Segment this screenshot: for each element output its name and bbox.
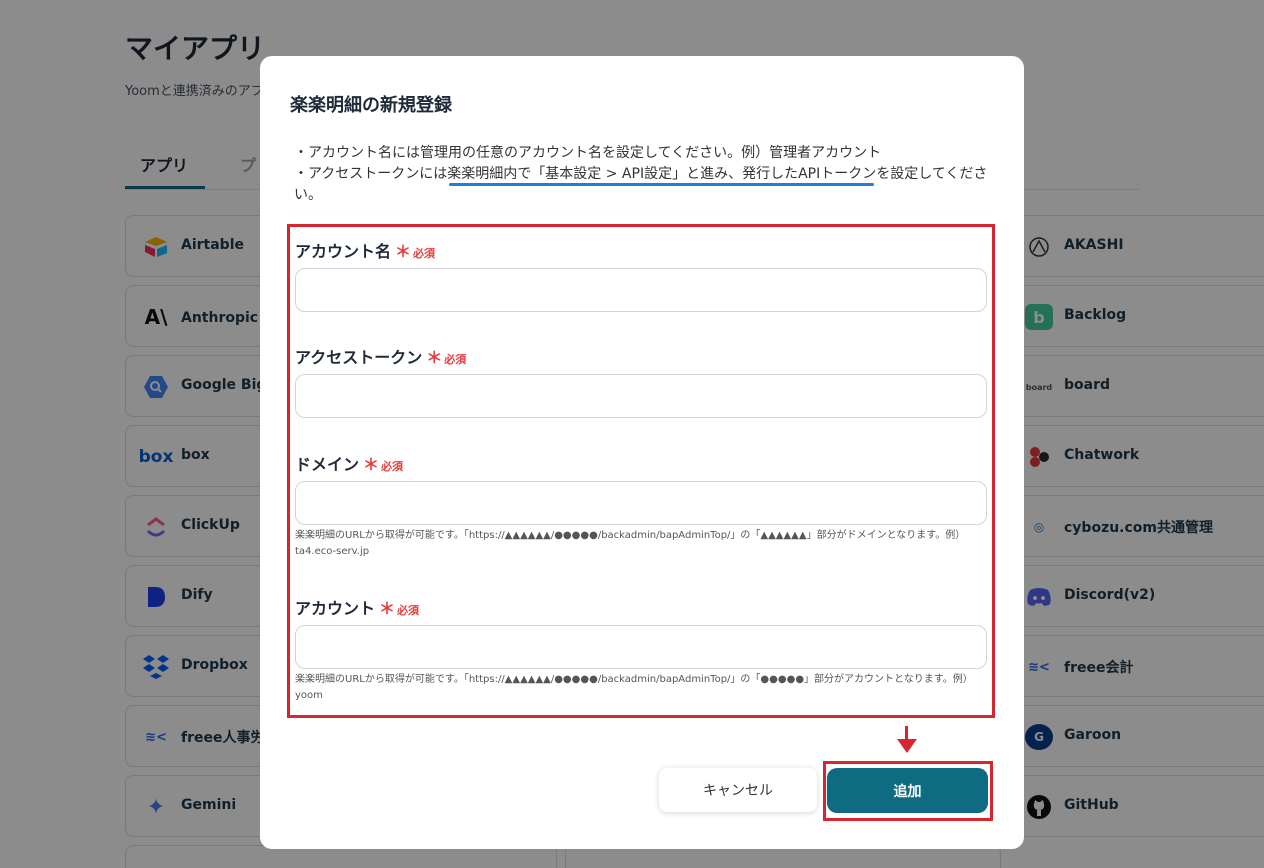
required-mark: ＊ bbox=[363, 455, 380, 474]
domain-input[interactable] bbox=[295, 481, 987, 525]
label-text: ドメイン bbox=[295, 455, 360, 474]
field-label-account: アカウント＊必須 bbox=[295, 595, 419, 619]
note-account-name: ・アカウント名には管理用の任意のアカウント名を設定してください。例）管理者アカウ… bbox=[294, 145, 882, 161]
required-badge: 必須 bbox=[444, 353, 467, 366]
label-text: アカウント bbox=[295, 599, 376, 618]
field-label-access-token: アクセストークン＊必須 bbox=[295, 344, 466, 368]
label-text: アクセストークン bbox=[295, 348, 423, 367]
required-mark: ＊ bbox=[395, 242, 412, 261]
account-name-input[interactable] bbox=[295, 268, 987, 312]
required-mark: ＊ bbox=[379, 599, 396, 618]
add-button[interactable]: 追加 bbox=[827, 768, 988, 813]
cancel-button[interactable]: キャンセル bbox=[659, 768, 817, 812]
required-badge: 必須 bbox=[397, 604, 420, 617]
access-token-input[interactable] bbox=[295, 374, 987, 418]
field-label-domain: ドメイン＊必須 bbox=[295, 451, 403, 475]
down-arrow-stem bbox=[905, 726, 908, 740]
required-mark: ＊ bbox=[426, 348, 443, 367]
down-arrow-icon bbox=[897, 739, 917, 753]
highlight-underline bbox=[449, 183, 874, 186]
registration-modal: 楽楽明細の新規登録 ・アカウント名には管理用の任意のアカウント名を設定してくださ… bbox=[260, 56, 1024, 849]
label-text: アカウント名 bbox=[295, 242, 392, 261]
required-badge: 必須 bbox=[413, 247, 436, 260]
account-input[interactable] bbox=[295, 625, 987, 669]
modal-title: 楽楽明細の新規登録 bbox=[290, 95, 452, 116]
field-label-account-name: アカウント名＊必須 bbox=[295, 238, 435, 262]
domain-help-text: 楽楽明細のURLから取得が可能です。「https://▲▲▲▲▲▲/●●●●●/… bbox=[295, 530, 966, 557]
required-badge: 必須 bbox=[381, 460, 404, 473]
account-help-text: 楽楽明細のURLから取得が可能です。「https://▲▲▲▲▲▲/●●●●●/… bbox=[295, 674, 973, 701]
